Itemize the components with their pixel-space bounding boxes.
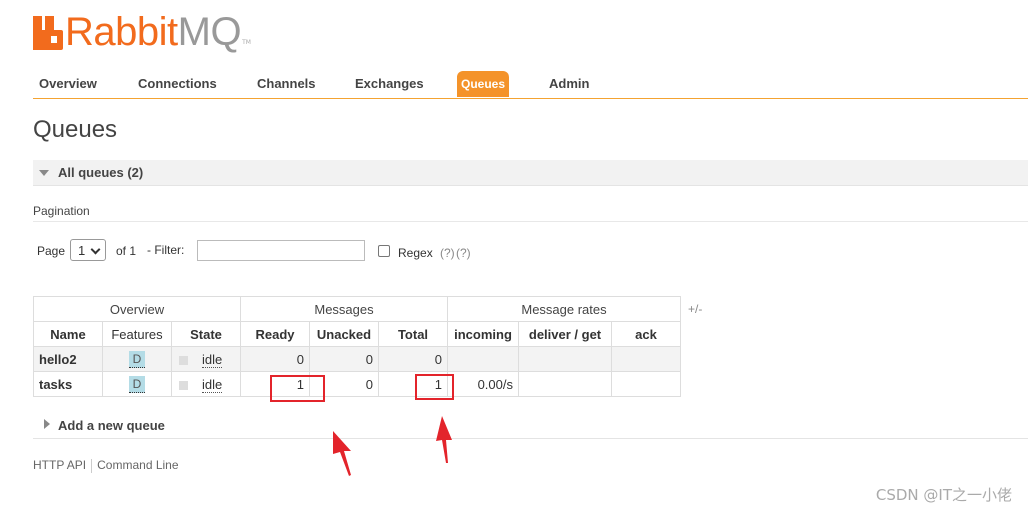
csdn-watermark: CSDN @IT之一小佬: [875, 486, 1012, 504]
annotation-arrow-icon: [333, 431, 351, 476]
annotation-arrow-icon: [436, 416, 452, 463]
annotation-arrows: [333, 416, 452, 476]
